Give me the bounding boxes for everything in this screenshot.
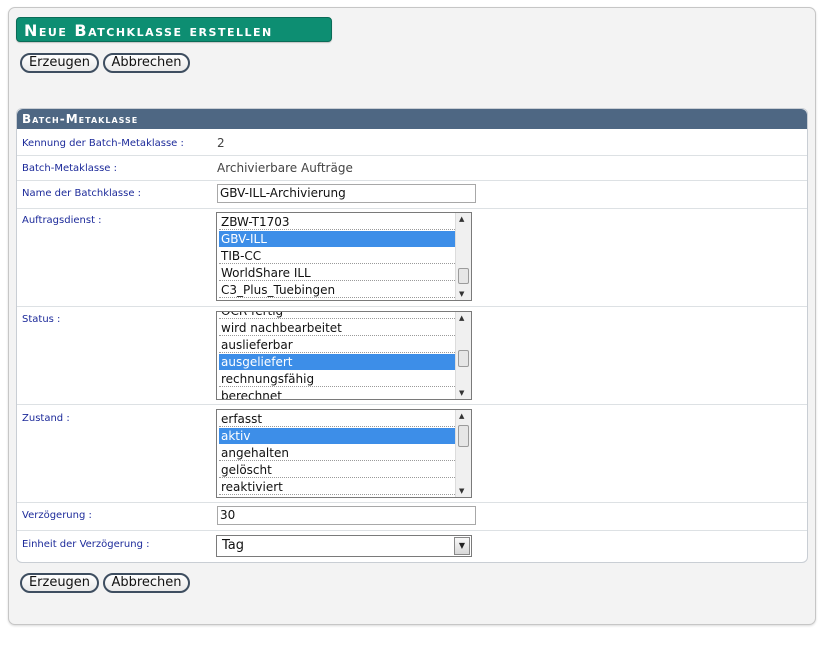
- list-option[interactable]: gelöscht: [219, 462, 455, 478]
- field-label: Status :: [22, 314, 61, 325]
- list-option[interactable]: erfasst: [219, 411, 455, 427]
- field-label: Auftragsdienst :: [22, 215, 102, 226]
- field-label: Einheit der Verzögerung :: [22, 539, 150, 550]
- field-label: Batch-Metaklasse :: [22, 163, 118, 174]
- scroll-thumb[interactable]: [458, 350, 469, 367]
- list-option[interactable]: rechnungsfähig: [219, 371, 455, 387]
- list-option-selected[interactable]: aktiv: [219, 428, 455, 444]
- scrollbar[interactable]: ▲ ▼: [455, 312, 471, 399]
- cancel-button-top[interactable]: Abbrechen: [103, 53, 190, 73]
- list-option[interactable]: angehalten: [219, 445, 455, 461]
- delay-unit-value: Tag: [222, 538, 245, 553]
- list-option[interactable]: WorldShare ILL: [219, 265, 455, 281]
- row-delay: Verzögerung : 30: [17, 503, 807, 531]
- scroll-up-icon[interactable]: ▲: [459, 412, 464, 420]
- list-option-selected[interactable]: ausgeliefert: [219, 354, 455, 370]
- list-option-selected[interactable]: GBV-ILL: [219, 231, 455, 247]
- list-option[interactable]: reaktiviert: [219, 479, 455, 495]
- list-option[interactable]: auslieferbar: [219, 337, 455, 353]
- scrollbar[interactable]: ▲ ▼: [455, 213, 471, 300]
- list-option[interactable]: TIB-CC: [219, 248, 455, 264]
- dropdown-arrow-icon[interactable]: ▼: [454, 537, 470, 555]
- scroll-down-icon[interactable]: ▼: [459, 389, 464, 397]
- state-listbox[interactable]: erfasst aktiv angehalten gelöscht reakti…: [216, 409, 472, 498]
- row-id: Kennung der Batch-Metaklasse : 2: [17, 131, 807, 156]
- scroll-thumb[interactable]: [458, 425, 469, 447]
- row-status: Status : OCR fertig wird nachbearbeitet …: [17, 307, 807, 405]
- field-label: Name der Batchklasse :: [22, 188, 142, 199]
- metaclass-id-value: 2: [217, 136, 225, 150]
- row-name: Name der Batchklasse : GBV-ILL-Archivier…: [17, 181, 807, 209]
- list-option[interactable]: berechnet: [219, 388, 455, 399]
- scroll-thumb[interactable]: [458, 268, 469, 284]
- scroll-down-icon[interactable]: ▼: [459, 290, 464, 298]
- batch-metaclass-section: Batch-Metaklasse Kennung der Batch-Metak…: [16, 108, 808, 563]
- create-button-top[interactable]: Erzeugen: [20, 53, 99, 73]
- field-label: Kennung der Batch-Metaklasse :: [22, 138, 184, 149]
- delay-input[interactable]: 30: [217, 506, 476, 525]
- list-option[interactable]: ZBW-T1703: [219, 214, 455, 230]
- field-label: Zustand :: [22, 413, 70, 424]
- page-title: Neue Batchklasse erstellen: [16, 17, 332, 42]
- service-listbox[interactable]: ZBW-T1703 GBV-ILL TIB-CC WorldShare ILL …: [216, 212, 472, 301]
- scroll-up-icon[interactable]: ▲: [459, 314, 464, 322]
- scrollbar[interactable]: ▲ ▼: [455, 410, 471, 497]
- metaclass-value: Archivierbare Aufträge: [217, 161, 353, 175]
- cancel-button-bottom[interactable]: Abbrechen: [103, 573, 190, 593]
- row-service: Auftragsdienst : ZBW-T1703 GBV-ILL TIB-C…: [17, 209, 807, 307]
- list-option[interactable]: wird nachbearbeitet: [219, 320, 455, 336]
- list-option[interactable]: OCR fertig: [219, 312, 455, 319]
- scroll-up-icon[interactable]: ▲: [459, 215, 464, 223]
- field-label: Verzögerung :: [22, 510, 92, 521]
- create-button-bottom[interactable]: Erzeugen: [20, 573, 99, 593]
- batch-name-input[interactable]: GBV-ILL-Archivierung: [217, 184, 476, 203]
- scroll-down-icon[interactable]: ▼: [459, 487, 464, 495]
- delay-unit-select[interactable]: Tag ▼: [216, 535, 472, 557]
- section-header: Batch-Metaklasse: [17, 109, 807, 129]
- list-option[interactable]: C3_Plus_Tuebingen: [219, 282, 455, 298]
- row-delay-unit: Einheit der Verzögerung : Tag ▼: [17, 531, 807, 561]
- row-metaclass: Batch-Metaklasse : Archivierbare Aufträg…: [17, 156, 807, 181]
- status-listbox[interactable]: OCR fertig wird nachbearbeitet ausliefer…: [216, 311, 472, 400]
- row-state: Zustand : erfasst aktiv angehalten gelös…: [17, 405, 807, 503]
